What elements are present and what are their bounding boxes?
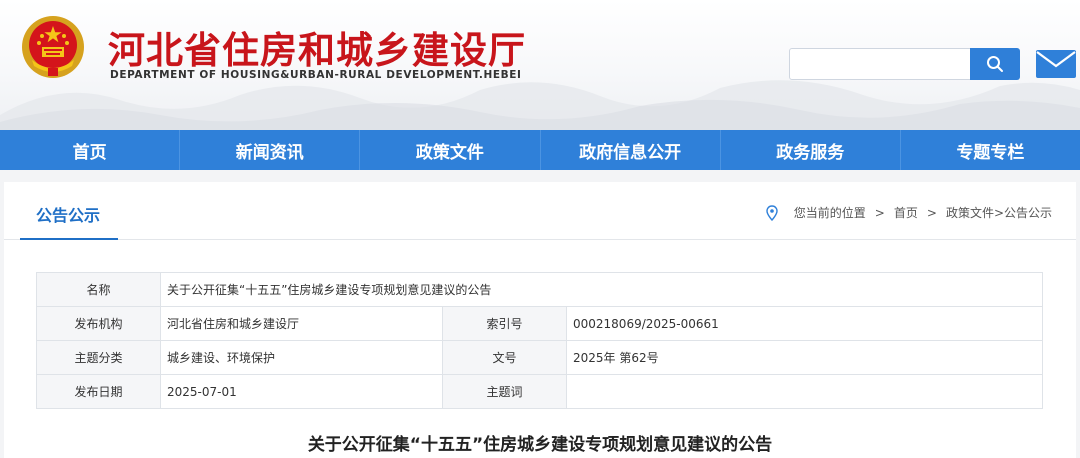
section-title-underline bbox=[20, 238, 118, 240]
section-title: 公告公示 bbox=[36, 206, 101, 225]
section-header: 公告公示 您当前的位置 > 首页 > 政策文件>公告公示 bbox=[4, 182, 1076, 240]
nav-item-home[interactable]: 首页 bbox=[0, 130, 181, 170]
name-label: 名称 bbox=[36, 272, 161, 307]
keywords-label: 主题词 bbox=[442, 374, 567, 409]
nav-item-policy[interactable]: 政策文件 bbox=[360, 130, 541, 170]
site-subtitle: DEPARTMENT OF HOUSING&URBAN-RURAL DEVELO… bbox=[110, 69, 522, 81]
date-value: 2025-07-01 bbox=[160, 374, 443, 409]
date-label: 发布日期 bbox=[36, 374, 161, 409]
breadcrumb: 您当前的位置 > 首页 > 政策文件>公告公示 bbox=[766, 204, 1052, 221]
breadcrumb-label: 您当前的位置 bbox=[793, 206, 866, 220]
table-row: 发布日期 2025-07-01 主题词 bbox=[36, 374, 1043, 409]
location-pin-icon bbox=[766, 204, 778, 221]
breadcrumb-separator: > bbox=[874, 205, 885, 220]
keywords-value bbox=[566, 374, 1043, 409]
search-button[interactable] bbox=[970, 48, 1020, 80]
document-meta-table: 名称 关于公开征集“十五五”住房城乡建设专项规划意见建议的公告 发布机构 河北省… bbox=[36, 272, 1043, 409]
issuer-label: 发布机构 bbox=[36, 306, 161, 341]
nav-item-topics[interactable]: 专题专栏 bbox=[901, 130, 1080, 170]
breadcrumb-separator: > bbox=[926, 205, 937, 220]
doc-no-label: 文号 bbox=[442, 340, 567, 375]
table-row: 名称 关于公开征集“十五五”住房城乡建设专项规划意见建议的公告 bbox=[36, 272, 1043, 307]
index-label: 索引号 bbox=[442, 306, 567, 341]
national-emblem-icon bbox=[22, 16, 84, 78]
breadcrumb-current-link[interactable]: 政策文件>公告公示 bbox=[946, 204, 1052, 221]
article-title: 关于公开征集“十五五”住房城乡建设专项规划意见建议的公告 bbox=[307, 435, 773, 455]
table-row: 主题分类 城乡建设、环境保护 文号 2025年 第62号 bbox=[36, 340, 1043, 375]
issuer-value: 河北省住房和城乡建设厅 bbox=[160, 306, 443, 341]
search-icon bbox=[987, 56, 1003, 72]
category-label: 主题分类 bbox=[36, 340, 161, 375]
content-card: 公告公示 您当前的位置 > 首页 > 政策文件>公告公示 名称 关于公开征集“十… bbox=[4, 182, 1076, 458]
nav-item-news[interactable]: 新闻资讯 bbox=[180, 130, 361, 170]
table-row: 发布机构 河北省住房和城乡建设厅 索引号 000218069/2025-0066… bbox=[36, 306, 1043, 341]
mail-icon[interactable] bbox=[1035, 49, 1077, 79]
doc-no-value: 2025年 第62号 bbox=[566, 340, 1043, 375]
main-nav: 首页 新闻资讯 政策文件 政府信息公开 政务服务 专题专栏 bbox=[0, 130, 1080, 170]
nav-item-services[interactable]: 政务服务 bbox=[721, 130, 901, 170]
breadcrumb-home-link[interactable]: 首页 bbox=[894, 204, 918, 221]
search-input[interactable] bbox=[789, 48, 972, 80]
index-value: 000218069/2025-00661 bbox=[566, 306, 1043, 341]
name-value: 关于公开征集“十五五”住房城乡建设专项规划意见建议的公告 bbox=[160, 272, 1043, 307]
site-title: 河北省住房和城乡建设厅 bbox=[108, 29, 526, 72]
site-header: 河北省住房和城乡建设厅 DEPARTMENT OF HOUSING&URBAN-… bbox=[0, 0, 1080, 130]
nav-item-gov-info[interactable]: 政府信息公开 bbox=[541, 130, 721, 170]
category-value: 城乡建设、环境保护 bbox=[160, 340, 443, 375]
